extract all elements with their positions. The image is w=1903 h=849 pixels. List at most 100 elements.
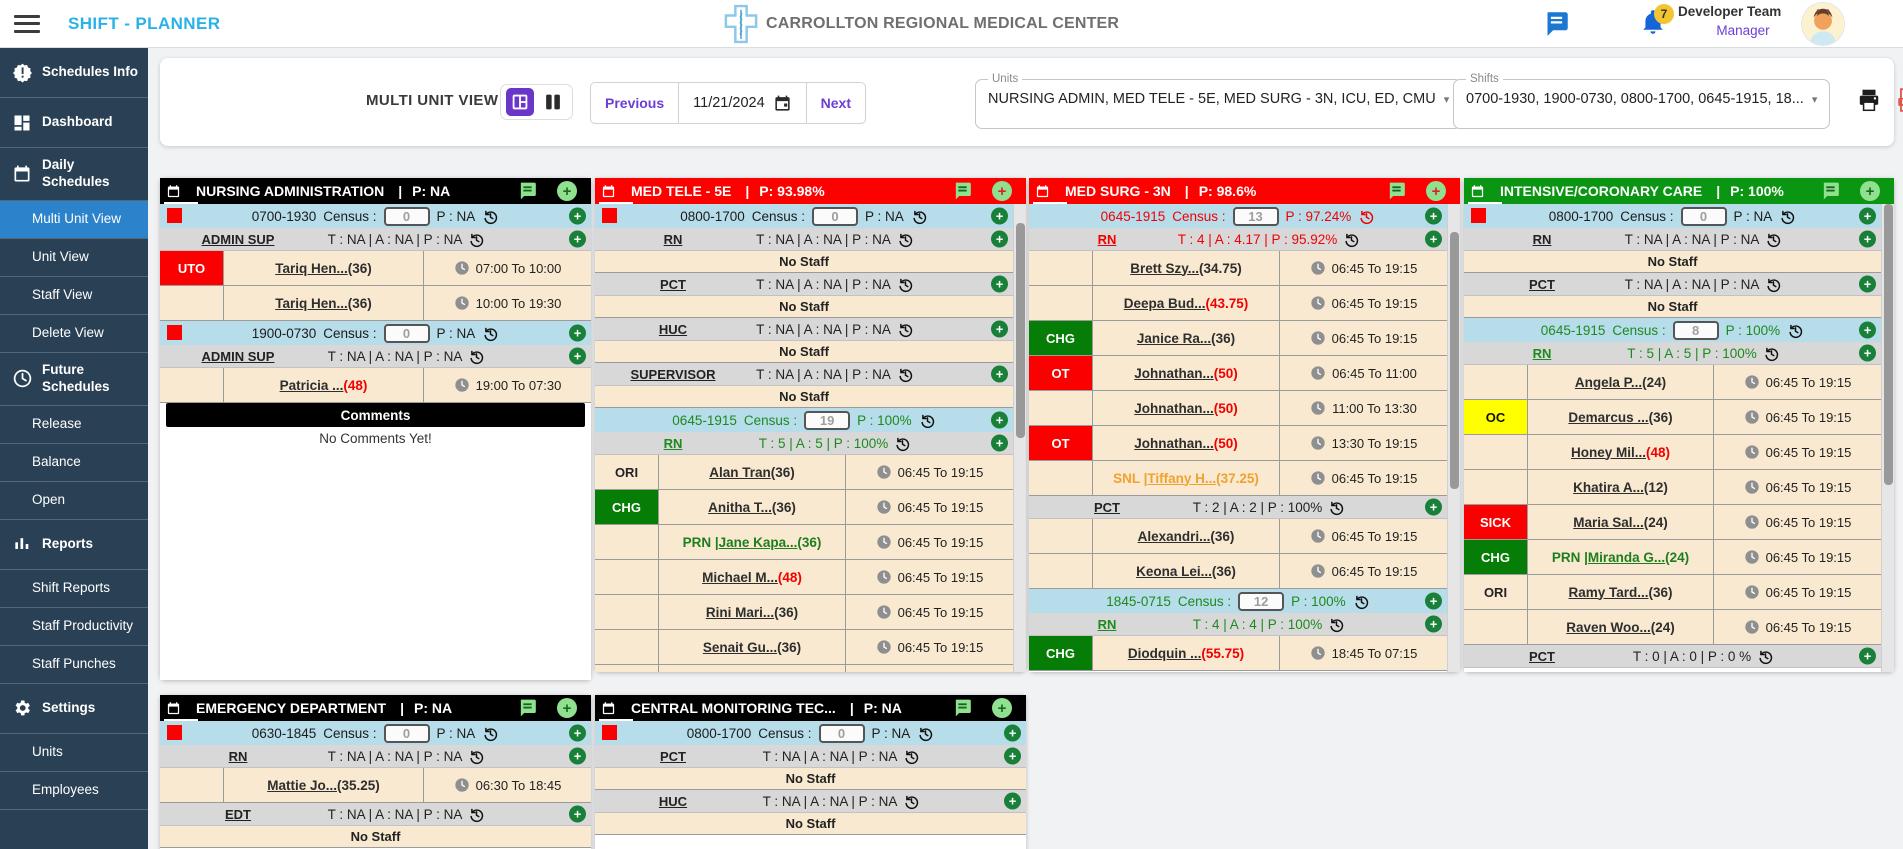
add-staff-button[interactable]: + xyxy=(1859,276,1876,293)
add-staff-button[interactable]: + xyxy=(1425,499,1442,516)
history-icon[interactable] xyxy=(897,366,914,383)
role-link[interactable]: SUPERVISOR xyxy=(629,367,717,382)
history-icon[interactable] xyxy=(917,725,934,742)
history-icon[interactable] xyxy=(482,325,499,342)
staff-name-link[interactable]: Angela P... xyxy=(1575,375,1642,390)
role-link[interactable]: ADMIN SUP xyxy=(194,349,282,364)
date-input[interactable]: 11/21/2024 xyxy=(679,82,807,124)
staff-name-link[interactable]: Maria Sal... xyxy=(1573,515,1644,530)
role-link[interactable]: RN xyxy=(1063,232,1151,247)
unit-comments-button[interactable] xyxy=(951,698,974,718)
role-link[interactable]: EDT xyxy=(194,807,282,822)
sidebar-item-reports[interactable]: Reports xyxy=(0,520,148,570)
add-staff-button[interactable]: + xyxy=(1004,748,1021,765)
staff-name-link[interactable]: Ramy Tard... xyxy=(1568,585,1648,600)
history-icon[interactable] xyxy=(468,231,485,248)
scrollbar-thumb[interactable] xyxy=(1450,232,1459,489)
add-staff-button[interactable]: + xyxy=(991,435,1008,452)
notifications-button[interactable]: 7 xyxy=(1640,8,1666,36)
sidebar-item-open[interactable]: Open xyxy=(0,482,148,520)
history-icon[interactable] xyxy=(482,725,499,742)
sidebar-item-multi-unit-view[interactable]: Multi Unit View xyxy=(0,201,148,239)
add-staff-button[interactable]: + xyxy=(991,321,1008,338)
role-link[interactable]: RN xyxy=(1498,346,1586,361)
split-view-toggle[interactable] xyxy=(539,88,567,116)
staff-name-link[interactable]: Alexandri... xyxy=(1138,529,1211,544)
staff-name-link[interactable]: Anitha T... xyxy=(708,500,772,515)
sidebar-item-staff-productivity[interactable]: Staff Productivity xyxy=(0,608,148,646)
history-icon[interactable] xyxy=(1765,276,1782,293)
staff-name-link[interactable]: Diodquin ... xyxy=(1128,646,1202,661)
history-icon[interactable] xyxy=(1787,322,1804,339)
staff-name-link[interactable]: Johnathan... xyxy=(1134,366,1214,381)
history-icon[interactable] xyxy=(1353,593,1370,610)
units-dropdown[interactable]: Units NURSING ADMIN, MED TELE - 5E, MED … xyxy=(975,73,1462,129)
history-icon[interactable] xyxy=(897,231,914,248)
staff-name-link[interactable]: Alan Tran xyxy=(709,465,771,480)
add-staff-button[interactable]: + xyxy=(569,348,586,365)
sidebar-item-balance[interactable]: Balance xyxy=(0,444,148,482)
add-staff-button[interactable]: + xyxy=(991,231,1008,248)
add-staff-button[interactable]: + xyxy=(991,276,1008,293)
add-staff-button[interactable]: + xyxy=(1004,725,1021,742)
sidebar-item-dashboard[interactable]: Dashboard xyxy=(0,98,148,148)
user-info[interactable]: Developer Team Manager xyxy=(1678,4,1808,38)
history-icon[interactable] xyxy=(1757,648,1774,665)
calendar-picker-icon[interactable] xyxy=(773,94,792,113)
multi-column-view-toggle[interactable] xyxy=(506,88,534,116)
census-input[interactable]: 19 xyxy=(804,411,850,430)
history-icon[interactable] xyxy=(894,435,911,452)
staff-name-link[interactable]: Brett Szy... xyxy=(1130,261,1199,276)
staff-name-link[interactable]: Johnathan... xyxy=(1134,436,1214,451)
history-icon[interactable] xyxy=(1343,231,1360,248)
staff-name-link[interactable]: Demarcus ... xyxy=(1568,410,1648,425)
sidebar-item-unit-view[interactable]: Unit View xyxy=(0,239,148,277)
add-staff-button[interactable]: + xyxy=(991,412,1008,429)
history-icon[interactable] xyxy=(897,321,914,338)
role-link[interactable]: PCT xyxy=(629,277,717,292)
add-staff-button[interactable]: + xyxy=(1859,231,1876,248)
add-staff-button[interactable]: + xyxy=(1859,322,1876,339)
staff-name-link[interactable]: Janice Ra... xyxy=(1137,331,1211,346)
staff-name-link[interactable]: Honey Mil... xyxy=(1571,445,1646,460)
add-staff-button[interactable]: + xyxy=(569,806,586,823)
unit-scrollbar[interactable] xyxy=(1447,204,1460,672)
staff-name-link[interactable]: Raven Woo... xyxy=(1566,620,1651,635)
hamburger-menu-icon[interactable] xyxy=(14,15,40,33)
role-link[interactable]: PCT xyxy=(1498,649,1586,664)
add-shift-button[interactable]: + xyxy=(992,181,1012,201)
staff-name-link[interactable]: Jane Kapa... xyxy=(719,535,798,550)
census-input[interactable]: 0 xyxy=(384,207,430,226)
sidebar-item-shift-reports[interactable]: Shift Reports xyxy=(0,570,148,608)
avatar[interactable] xyxy=(1802,3,1844,45)
add-staff-button[interactable]: + xyxy=(569,725,586,742)
staff-name-link[interactable]: Rini Mari... xyxy=(706,605,774,620)
sidebar-item-release[interactable]: Release xyxy=(0,406,148,444)
role-link[interactable]: HUC xyxy=(629,794,717,809)
staff-name-link[interactable]: Khatira A... xyxy=(1573,480,1644,495)
add-staff-button[interactable]: + xyxy=(569,208,586,225)
history-icon[interactable] xyxy=(468,806,485,823)
print-button[interactable] xyxy=(1856,87,1882,113)
role-link[interactable]: PCT xyxy=(1063,500,1151,515)
scrollbar-thumb[interactable] xyxy=(1884,204,1893,485)
census-input[interactable]: 0 xyxy=(384,724,430,743)
add-staff-button[interactable]: + xyxy=(991,208,1008,225)
role-link[interactable]: RN xyxy=(1063,617,1151,632)
history-icon[interactable] xyxy=(1328,499,1345,516)
sidebar-item-delete-view[interactable]: Delete View xyxy=(0,315,148,353)
sidebar-item-schedules-info[interactable]: Schedules Info xyxy=(0,48,148,98)
history-icon[interactable] xyxy=(911,208,928,225)
history-icon[interactable] xyxy=(482,208,499,225)
census-input[interactable]: 0 xyxy=(819,724,865,743)
staff-name-link[interactable]: Tariq Hen... xyxy=(275,261,348,276)
unit-comments-button[interactable] xyxy=(1819,181,1842,201)
add-staff-button[interactable]: + xyxy=(1004,793,1021,810)
add-staff-button[interactable]: + xyxy=(1859,208,1876,225)
role-link[interactable]: RN xyxy=(1498,232,1586,247)
history-icon[interactable] xyxy=(1328,616,1345,633)
sidebar-item-staff-punches[interactable]: Staff Punches xyxy=(0,646,148,684)
sidebar-item-employees[interactable]: Employees xyxy=(0,772,148,810)
staff-name-link[interactable]: Michael M... xyxy=(702,570,778,585)
add-staff-button[interactable]: + xyxy=(1859,648,1876,665)
